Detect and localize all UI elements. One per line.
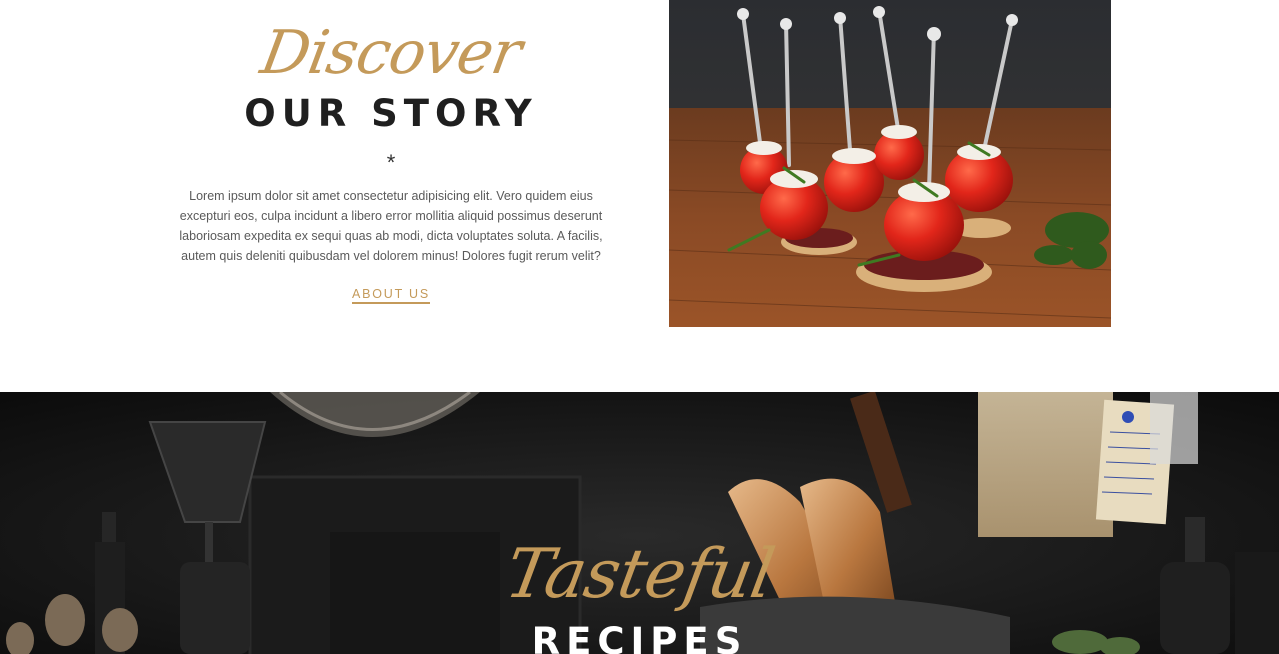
story-link-wrap: ABOUT US: [176, 285, 606, 304]
page: Discover OUR STORY * Lorem ipsum dolor s…: [0, 0, 1279, 654]
kitchen-background-photo: [0, 392, 1279, 654]
story-heading: OUR STORY: [244, 92, 538, 135]
story-text-block: Discover OUR STORY * Lorem ipsum dolor s…: [176, 0, 606, 330]
tomato-appetizer-photo: [669, 0, 1111, 327]
story-section: Discover OUR STORY * Lorem ipsum dolor s…: [0, 0, 1279, 392]
recipes-heading: RECIPES: [531, 620, 748, 654]
asterisk-divider: *: [386, 150, 396, 175]
about-us-link[interactable]: ABOUT US: [351, 287, 431, 304]
story-script-title: Discover: [255, 18, 527, 88]
recipes-script-title: Tasteful: [499, 535, 780, 614]
recipes-section: Tasteful RECIPES: [0, 392, 1279, 654]
story-body-text: Lorem ipsum dolor sit amet consectetur a…: [179, 189, 603, 263]
